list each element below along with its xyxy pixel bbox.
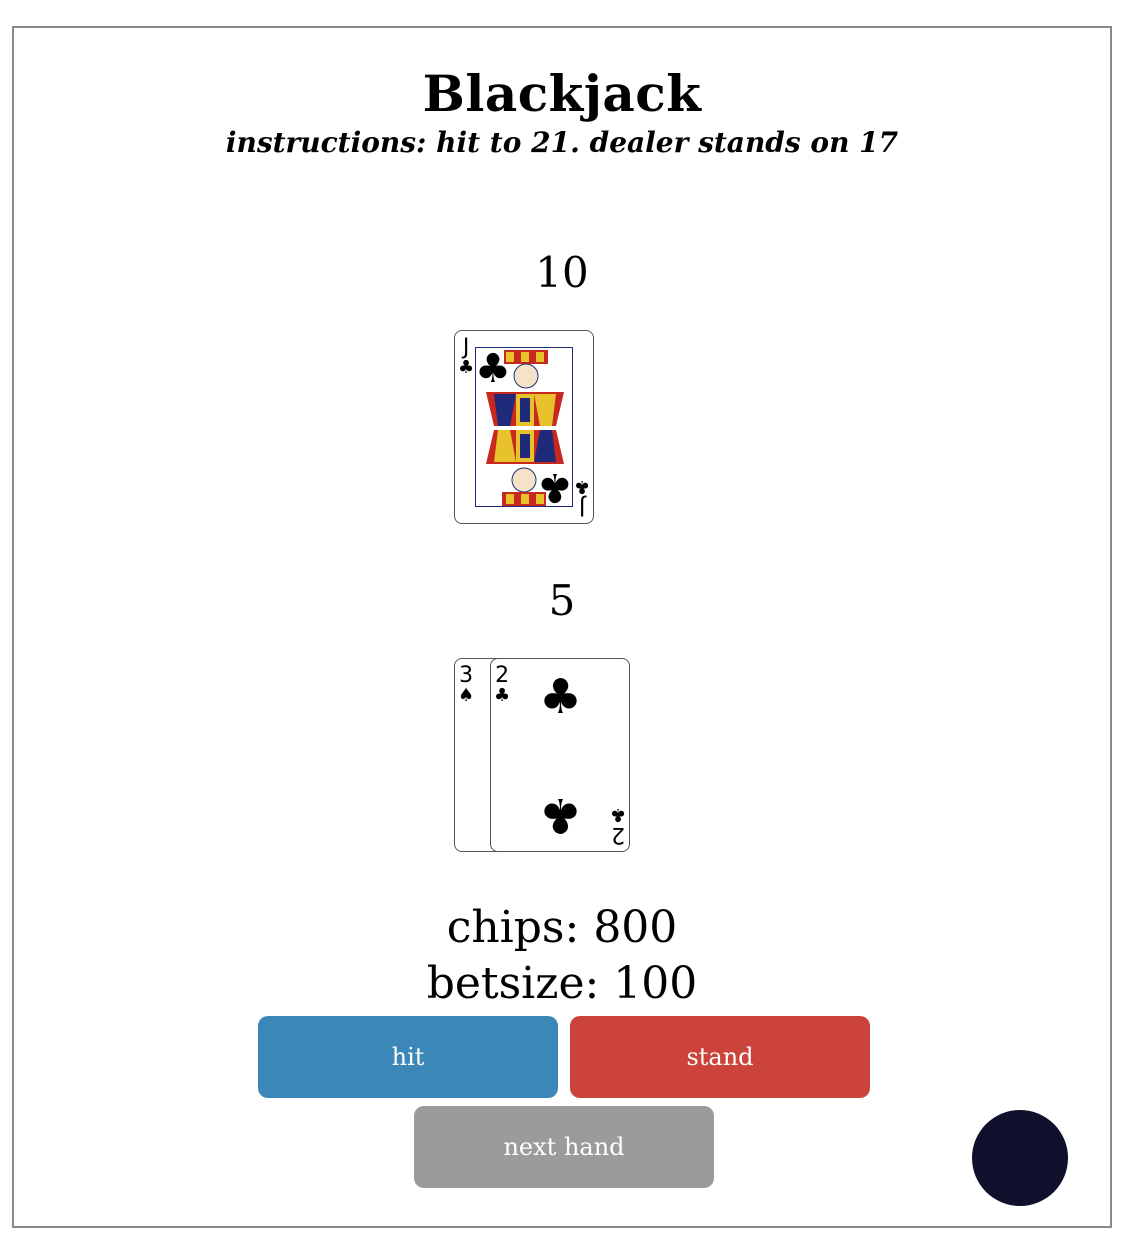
clubs-icon: ♣ [539,787,583,843]
card-rank: 2 [495,663,510,688]
card-corner-top: J ♣ [458,337,474,377]
card-corner-bottom: J ♣ [573,476,590,519]
card-corner-top: 2 ♣ [494,665,510,705]
game-frame [12,26,1112,1228]
card-rank: J [578,494,586,519]
card-rank: 3 [459,663,474,688]
clubs-icon: ♣ [537,464,573,510]
clubs-icon: ♣ [494,685,511,706]
next-hand-button[interactable]: next hand [414,1106,714,1188]
spades-icon: ♠ [458,685,475,706]
floating-action-button[interactable] [972,1110,1068,1206]
stand-button[interactable]: stand [570,1016,870,1098]
card-corner-top: 3 ♠ [458,665,474,705]
clubs-icon: ♣ [475,346,511,392]
betsize-value: betsize: 100 [426,958,698,1009]
card-rank: 2 [610,822,625,847]
dealer-card-jack-of-clubs: J ♣ ♣ ♣ J ♣ [454,330,594,524]
player-score: 5 [548,576,576,625]
clubs-icon: ♣ [539,669,583,725]
card-rank: J [462,335,470,360]
clubs-icon: ♣ [573,476,590,497]
page-title: Blackjack [422,64,702,123]
dealer-score: 10 [535,248,589,297]
chips-count: chips: 800 [446,902,678,953]
player-card-2-of-clubs: 2 ♣ ♣ ♣ 2 ♣ [490,658,630,852]
clubs-icon: ♣ [458,357,475,378]
instructions-subtitle: instructions: hit to 21. dealer stands o… [225,126,899,159]
hit-button[interactable]: hit [258,1016,558,1098]
card-corner-bottom: 2 ♣ [609,804,626,847]
clubs-icon: ♣ [609,804,626,825]
